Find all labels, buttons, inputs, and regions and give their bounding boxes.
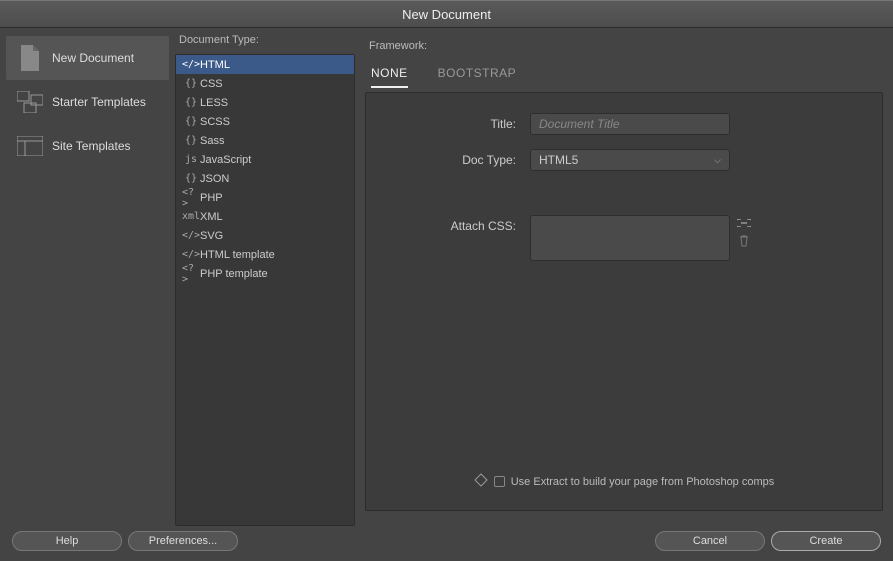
- attach-css-list[interactable]: [530, 215, 730, 261]
- sidebar-item-label: Site Templates: [52, 139, 131, 153]
- form-panel: Title: Doc Type: HTML5 ⌵ Attach CSS:: [365, 92, 883, 511]
- doctype-item-label: HTML template: [200, 249, 275, 261]
- braces-icon: {}: [182, 97, 200, 108]
- title-input[interactable]: [530, 113, 730, 135]
- tab-none[interactable]: NONE: [371, 60, 408, 88]
- title-label: Title:: [390, 113, 530, 131]
- extract-checkbox[interactable]: [494, 476, 505, 487]
- php-icon: <?>: [182, 187, 200, 209]
- create-button[interactable]: Create: [771, 531, 881, 551]
- doctype-item-less[interactable]: {}LESS: [176, 93, 354, 112]
- code-icon: </>: [182, 249, 200, 260]
- site-templates-icon: [16, 132, 44, 160]
- sidebar-item-label: Starter Templates: [52, 95, 146, 109]
- doctype-item-css[interactable]: {}CSS: [176, 74, 354, 93]
- doctype-list: </>HTML {}CSS {}LESS {}SCSS {}Sass jsJav…: [176, 55, 354, 525]
- doctype-item-php[interactable]: <?>PHP: [176, 188, 354, 207]
- doctype-select[interactable]: HTML5 ⌵: [530, 149, 730, 171]
- doctype-item-label: CSS: [200, 78, 223, 90]
- doctype-column: Document Type: </>HTML {}CSS {}LESS {}SC…: [175, 28, 355, 521]
- main-area: New Document Starter Templates Site Temp…: [0, 28, 893, 521]
- window-title: New Document: [402, 7, 491, 22]
- doctype-item-label: LESS: [200, 97, 228, 109]
- doctype-item-label: PHP: [200, 192, 223, 204]
- tab-bootstrap[interactable]: BOOTSTRAP: [438, 60, 517, 88]
- braces-icon: {}: [182, 116, 200, 127]
- window-title-bar: New Document: [0, 0, 893, 28]
- doctype-item-php-template[interactable]: <?>PHP template: [176, 264, 354, 283]
- doctype-select-value: HTML5: [539, 153, 578, 167]
- doctype-item-label: XML: [200, 211, 223, 223]
- footer: Help Preferences... Cancel Create: [0, 521, 893, 561]
- link-css-icon[interactable]: [736, 215, 752, 231]
- doctype-item-label: PHP template: [200, 268, 268, 280]
- doctype-item-label: SCSS: [200, 116, 230, 128]
- sidebar-item-starter-templates[interactable]: Starter Templates: [6, 80, 169, 124]
- doctype-item-svg[interactable]: </>SVG: [176, 226, 354, 245]
- braces-icon: {}: [182, 78, 200, 89]
- js-icon: js: [182, 154, 200, 165]
- sidebar-item-new-document[interactable]: New Document: [6, 36, 169, 80]
- xml-icon: xml: [182, 211, 200, 222]
- cancel-button[interactable]: Cancel: [655, 531, 765, 551]
- doctype-item-javascript[interactable]: jsJavaScript: [176, 150, 354, 169]
- attach-css-label: Attach CSS:: [390, 215, 530, 233]
- doctype-item-html-template[interactable]: </>HTML template: [176, 245, 354, 264]
- sidebar-item-label: New Document: [52, 51, 134, 65]
- doctype-item-html[interactable]: </>HTML: [176, 55, 354, 74]
- doctype-header: Document Type:: [175, 28, 355, 48]
- braces-icon: {}: [182, 135, 200, 146]
- extract-label: Use Extract to build your page from Phot…: [511, 476, 775, 488]
- doctype-label: Doc Type:: [390, 149, 530, 167]
- code-icon: </>: [182, 230, 200, 241]
- chevron-down-icon: ⌵: [714, 155, 721, 166]
- framework-header: Framework:: [365, 34, 883, 54]
- doctype-item-label: JSON: [200, 173, 229, 185]
- doctype-item-xml[interactable]: xmlXML: [176, 207, 354, 226]
- help-button[interactable]: Help: [12, 531, 122, 551]
- trash-icon[interactable]: [736, 233, 752, 249]
- extract-icon: [474, 473, 488, 490]
- doctype-item-label: Sass: [200, 135, 224, 147]
- templates-icon: [16, 88, 44, 116]
- file-icon: [16, 44, 44, 72]
- doctype-item-label: JavaScript: [200, 154, 251, 166]
- framework-tabs: NONE BOOTSTRAP: [365, 54, 883, 88]
- php-icon: <?>: [182, 263, 200, 285]
- code-icon: </>: [182, 59, 200, 70]
- preferences-button[interactable]: Preferences...: [128, 531, 238, 551]
- doctype-item-json[interactable]: {}JSON: [176, 169, 354, 188]
- doctype-item-label: HTML: [200, 59, 230, 71]
- doctype-item-sass[interactable]: {}Sass: [176, 131, 354, 150]
- doctype-item-label: SVG: [200, 230, 223, 242]
- braces-icon: {}: [182, 173, 200, 184]
- extract-row: Use Extract to build your page from Phot…: [390, 463, 858, 500]
- right-column: Framework: NONE BOOTSTRAP Title: Doc Typ…: [355, 28, 893, 521]
- sidebar-item-site-templates[interactable]: Site Templates: [6, 124, 169, 168]
- sidebar: New Document Starter Templates Site Temp…: [0, 28, 175, 521]
- doctype-item-scss[interactable]: {}SCSS: [176, 112, 354, 131]
